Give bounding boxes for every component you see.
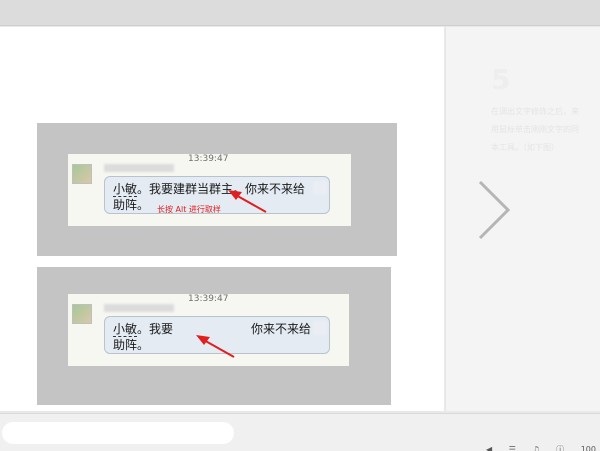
zoom-level: 100 [580,445,596,451]
chevron-right-icon[interactable] [472,178,516,242]
message-name: 小敏 [113,182,138,197]
blurred-region [313,181,327,195]
volume-icon[interactable]: ♫ [532,445,539,451]
status-tray: ◀ ☰ ♫ ⓘ 100 [472,444,596,451]
comment-input[interactable] [2,422,234,444]
message-name: 小敏 [113,322,138,337]
app-top-bar [0,0,600,26]
info-icon[interactable]: ⓘ [556,445,564,451]
red-arrow-icon [196,335,235,358]
message-text: 。我要建群当群主。你来不来给 [137,182,306,196]
message-bubble: 小敏。我要建群当群主。你来不来给 助阵。 长按 Alt 进行取样 [104,176,330,214]
list-icon[interactable]: ☰ [509,445,516,451]
avatar [72,164,92,184]
message-timestamp: 13:39:47 [188,154,229,164]
message-text-part2: 你来不来给 [251,322,312,336]
chat-window: 13:39:47 小敏。我要 你来不来给 助阵。 [68,294,349,366]
share-icon[interactable]: ◀ [486,445,492,451]
red-arrow-icon [228,190,267,213]
message-line-2: 助阵。 [113,338,150,352]
chat-window: 13:39:47 小敏。我要建群当群主。你来不来给 助阵。 长按 Alt 进行取… [68,154,351,226]
message-timestamp: 13:39:47 [188,294,229,304]
step-number: 5 [491,63,511,96]
annotation-hint: 长按 Alt 进行取样 [157,205,221,214]
step-side-panel: 5 在调出文字修饰之后，来 用鼠标单击刚刚文字的同 本工具。（如下图） [445,27,600,411]
sender-name-blurred [104,164,174,172]
bottom-bar: ◀ ☰ ♫ ⓘ 100 [0,413,600,451]
blurred-region [313,321,327,335]
sender-name-blurred [104,304,174,312]
message-line-2: 助阵。 [113,198,150,212]
slide-canvas: 13:39:47 小敏。我要建群当群主。你来不来给 助阵。 长按 Alt 进行取… [0,27,444,411]
screenshot-panel-after: 13:39:47 小敏。我要 你来不来给 助阵。 [37,267,391,405]
screenshot-panel-before: 13:39:47 小敏。我要建群当群主。你来不来给 助阵。 长按 Alt 进行取… [37,123,397,256]
message-text-part1: 。我要 [137,322,174,336]
step-description: 在调出文字修饰之后，来 用鼠标单击刚刚文字的同 本工具。（如下图） [491,107,579,152]
message-line-1: 小敏。我要建群当群主。你来不来给 [113,180,305,197]
avatar [72,304,92,324]
